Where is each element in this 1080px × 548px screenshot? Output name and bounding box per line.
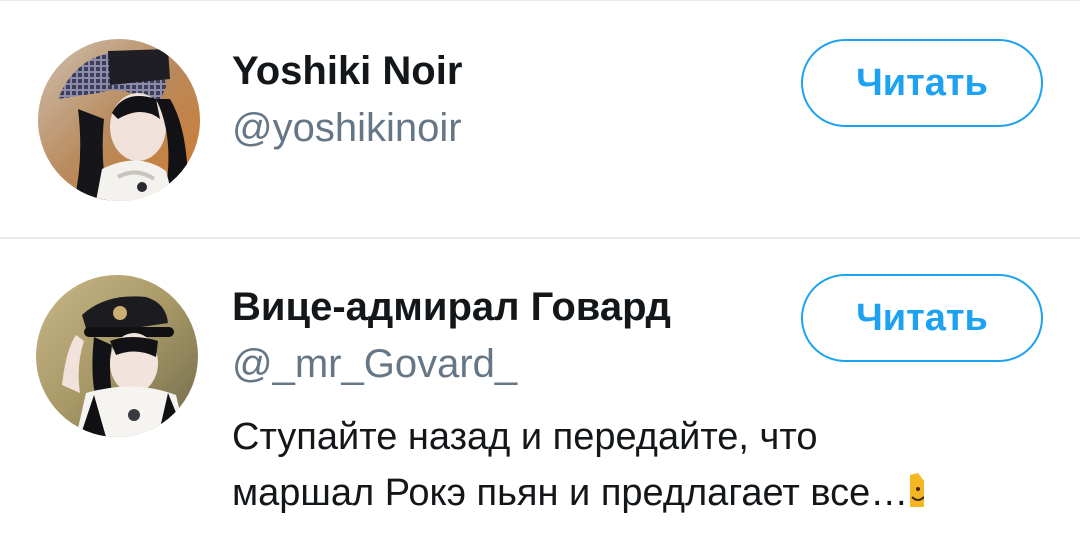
bio-line: маршал Рокэ пьян и предлагает все…: [232, 465, 1042, 523]
bio-line-text: маршал Рокэ пьян и предлагает все…: [232, 472, 909, 514]
user-bio: Ступайте назад и передайте, что маршал Р…: [232, 409, 1042, 523]
avatar[interactable]: [38, 39, 200, 201]
user-name[interactable]: Yoshiki Noir: [232, 47, 462, 95]
follow-button[interactable]: Читать: [801, 274, 1043, 362]
bio-line: Ступайте назад и передайте, что: [232, 416, 818, 458]
cat-emoji-icon: [910, 467, 925, 523]
user-cell[interactable]: Вице-адмирал Говард @_mr_Govard_ Читать …: [0, 239, 1080, 548]
follow-button[interactable]: Читать: [801, 39, 1043, 127]
avatar[interactable]: [36, 275, 198, 437]
user-handle: @_mr_Govard_: [232, 342, 518, 386]
user-handle: @yoshikinoir: [232, 106, 462, 150]
user-name[interactable]: Вице-адмирал Говард: [232, 283, 671, 331]
user-cell[interactable]: Yoshiki Noir @yoshikinoir Читать: [0, 1, 1080, 239]
avatar-photo: [36, 275, 198, 437]
avatar-photo: [38, 39, 200, 201]
